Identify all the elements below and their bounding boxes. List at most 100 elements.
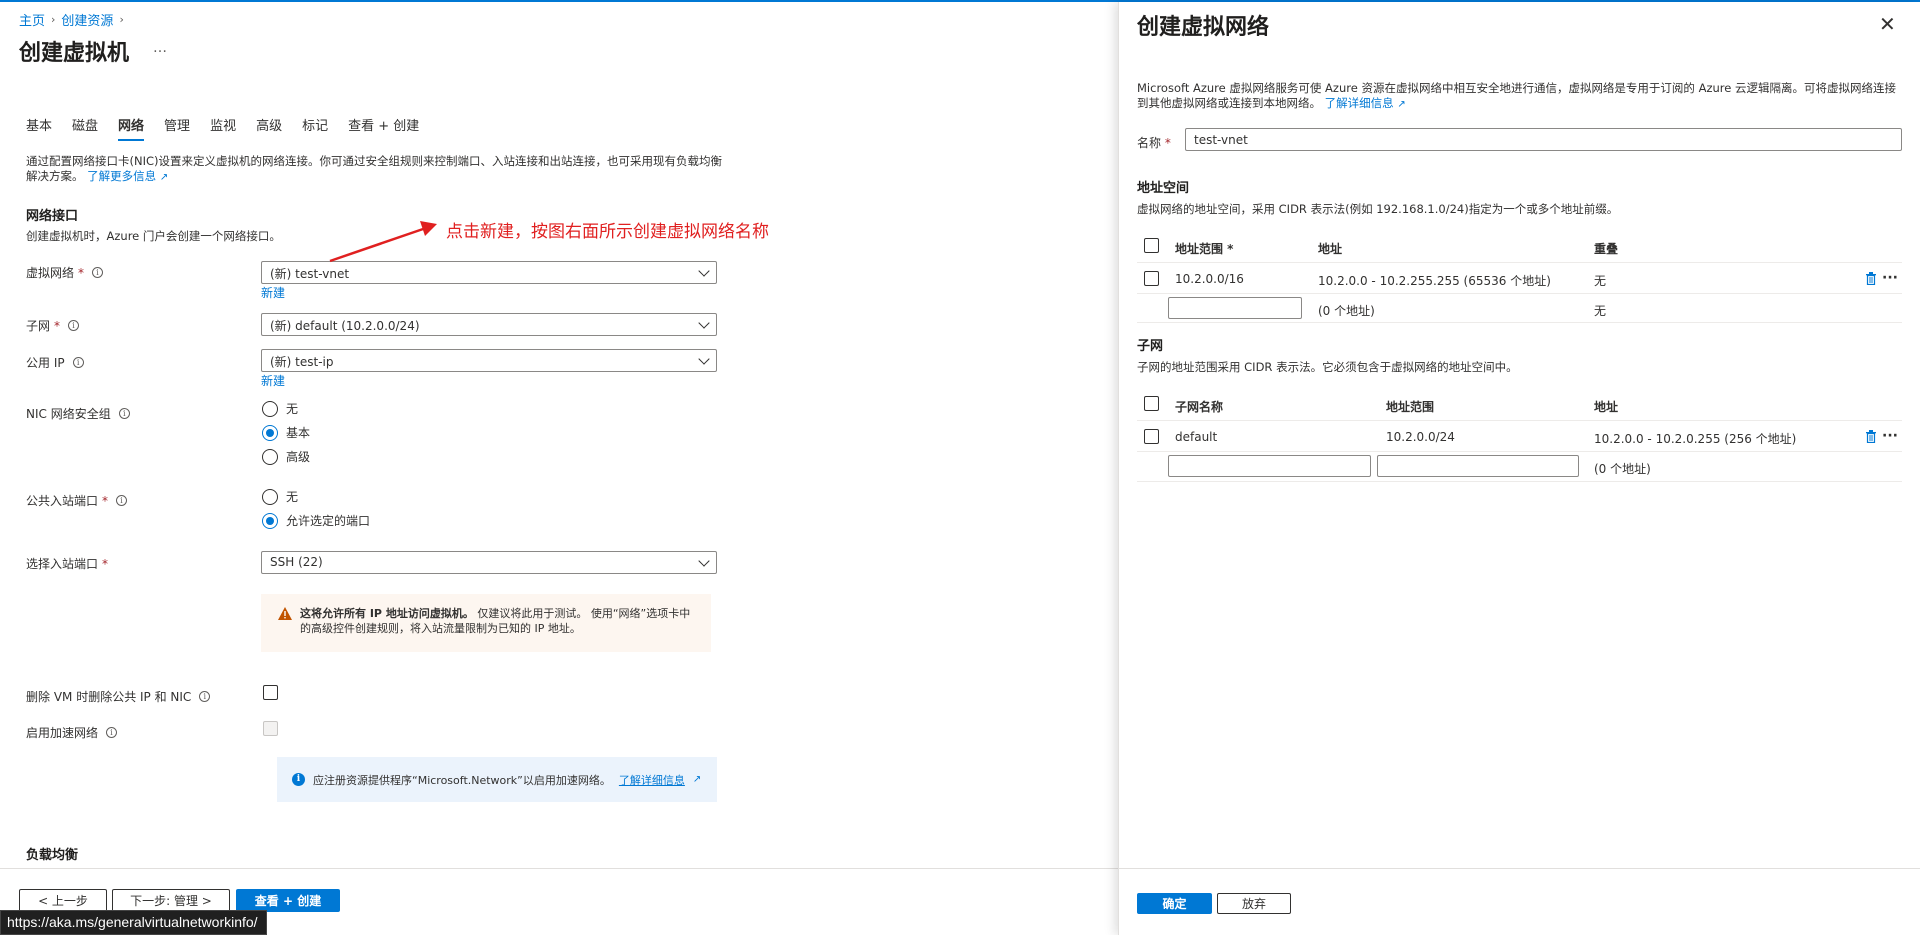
inbound-ports-select-value: SSH (22)	[270, 555, 323, 569]
inbound-ports-label-text: 公共入站端口	[26, 494, 99, 508]
delete-icon[interactable]	[1865, 272, 1877, 285]
info-icon[interactable]: i	[199, 691, 211, 702]
address-space-subtitle: 虚拟网络的地址空间，采用 CIDR 表示法(例如 192.168.1.0/24)…	[1137, 202, 1619, 216]
nsg-option-basic[interactable]: 基本	[262, 424, 310, 441]
subnet-range-cell: 10.2.0.0/24	[1386, 430, 1455, 444]
public-ip-create-new-link[interactable]: 新建	[261, 372, 285, 389]
info-icon[interactable]: i	[118, 408, 130, 419]
radio-button-checked[interactable]	[262, 424, 278, 441]
address-select-all-checkbox[interactable]	[1144, 238, 1159, 253]
load-balancing-heading: 负载均衡	[26, 848, 79, 863]
next-management-button[interactable]: 下一步: 管理 >	[112, 889, 230, 912]
ok-button[interactable]: 确定	[1137, 893, 1212, 914]
discard-button[interactable]: 放弃	[1217, 893, 1291, 914]
address-row-checkbox[interactable]	[1144, 271, 1159, 286]
subnet-label-text: 子网	[26, 319, 51, 333]
public-ip-label-text: 公用 IP	[26, 356, 65, 370]
warning-icon	[278, 607, 292, 620]
tab-management[interactable]: 管理	[164, 115, 190, 141]
select-inbound-ports-label: 选择入站端口 *	[26, 555, 108, 572]
tab-monitoring[interactable]: 监视	[210, 115, 236, 141]
required-marker: *	[78, 265, 85, 280]
inbound-option-none[interactable]: 无	[262, 488, 298, 505]
breadcrumb-home[interactable]: 主页	[19, 10, 45, 29]
learn-more-link[interactable]: 了解更多信息	[87, 169, 156, 183]
radio-button[interactable]	[262, 400, 278, 417]
info-icon[interactable]: i	[92, 267, 104, 278]
vnet-select-value: (新) test-vnet	[270, 267, 350, 281]
delete-with-vm-checkbox[interactable]	[263, 685, 278, 700]
close-icon[interactable]: ✕	[1879, 14, 1896, 34]
tab-basics[interactable]: 基本	[26, 115, 52, 141]
tab-bar: 基本 磁盘 网络 管理 监视 高级 标记 查看 + 创建	[26, 115, 439, 141]
tab-tags[interactable]: 标记	[302, 115, 328, 141]
annotation-arrow-icon	[329, 221, 437, 263]
subnet-name-header: 子网名称	[1175, 400, 1224, 414]
status-bar-url: https://aka.ms/generalvirtualnetworkinfo…	[0, 910, 267, 935]
info-icon[interactable]: i	[116, 495, 128, 506]
row-divider	[1137, 420, 1902, 421]
delete-with-vm-label-text: 删除 VM 时删除公共 IP 和 NIC	[26, 690, 192, 704]
inbound-ports-select[interactable]: SSH (22)	[261, 551, 717, 574]
delete-icon[interactable]	[1865, 430, 1877, 443]
info-icon[interactable]: i	[106, 727, 118, 738]
nsg-option-basic-label: 基本	[286, 426, 311, 440]
accelerated-networking-checkbox	[263, 721, 278, 736]
radio-button[interactable]	[262, 488, 278, 505]
inbound-ports-label: 公共入站端口 * i	[26, 492, 128, 509]
breadcrumb: 主页 › 创建资源 ›	[19, 10, 124, 29]
new-subnet-range-input[interactable]	[1377, 455, 1579, 477]
public-ip-label: 公用 IP i	[26, 354, 84, 371]
required-marker: *	[102, 493, 109, 508]
network-interface-subtitle: 创建虚拟机时，Azure 门户会创建一个网络接口。	[26, 229, 281, 243]
vnet-create-new-link[interactable]: 新建	[261, 284, 285, 301]
vnet-name-label: 名称 *	[1137, 134, 1171, 151]
empty-address-cell: (0 个地址)	[1318, 304, 1375, 318]
required-marker: *	[1164, 136, 1171, 150]
more-options-icon[interactable]: …	[153, 40, 168, 56]
new-subnet-name-input[interactable]	[1168, 455, 1371, 477]
radio-button-checked[interactable]	[262, 512, 278, 529]
vnet-label-text: 虚拟网络	[26, 266, 75, 280]
more-options-icon[interactable]: ···	[1882, 429, 1898, 443]
nsg-option-advanced-label: 高级	[286, 450, 311, 464]
tab-networking[interactable]: 网络	[118, 115, 145, 141]
footer-divider	[0, 868, 1118, 869]
external-link-icon: ↗	[159, 172, 169, 183]
info-icon[interactable]: i	[68, 320, 80, 331]
accelerated-networking-label: 启用加速网络 i	[26, 724, 118, 741]
info-icon[interactable]: i	[72, 357, 84, 368]
accelerated-networking-learn-more-link[interactable]: 了解详细信息	[619, 772, 685, 788]
tab-advanced[interactable]: 高级	[256, 115, 282, 141]
address-range-header: 地址范围 *	[1175, 242, 1234, 256]
subnet-select-all-checkbox[interactable]	[1144, 396, 1159, 411]
inbound-option-none-label: 无	[286, 490, 299, 504]
more-options-icon[interactable]: ···	[1882, 271, 1898, 285]
overlap-cell: 无	[1594, 274, 1607, 288]
breadcrumb-create-resource[interactable]: 创建资源	[61, 10, 113, 29]
nsg-option-advanced[interactable]: 高级	[262, 448, 310, 465]
tab-disks[interactable]: 磁盘	[72, 115, 98, 141]
subnet-select[interactable]: (新) default (10.2.0.0/24)	[261, 313, 717, 336]
warning-text: 这将允许所有 IP 地址访问虚拟机。 仅建议将此用于测试。 使用“网络”选项卡中…	[300, 606, 695, 652]
public-ip-select[interactable]: (新) test-ip	[261, 349, 717, 372]
radio-button[interactable]	[262, 448, 278, 465]
previous-button[interactable]: < 上一步	[19, 889, 107, 912]
vnet-name-label-text: 名称	[1137, 136, 1162, 150]
nsg-option-none[interactable]: 无	[262, 400, 298, 417]
external-link-icon: ↗	[1397, 99, 1406, 110]
accelerated-networking-info-box: i 应注册资源提供程序“Microsoft.Network”以启用加速网络。 了…	[277, 757, 717, 802]
panel-learn-more-link[interactable]: 了解详细信息	[1325, 96, 1394, 110]
address-range-cell: 10.2.0.0/16	[1175, 272, 1244, 286]
subnet-range-header: 地址范围	[1386, 400, 1435, 414]
subnet-row-checkbox[interactable]	[1144, 429, 1159, 444]
tab-review-create[interactable]: 查看 + 创建	[348, 115, 419, 141]
inbound-option-allow-selected[interactable]: 允许选定的端口	[262, 512, 370, 529]
review-create-button[interactable]: 查看 + 创建	[236, 889, 340, 912]
subnet-subtitle: 子网的地址范围采用 CIDR 表示法。它必须包含于虚拟网络的地址空间中。	[1137, 360, 1518, 374]
panel-description: Microsoft Azure 虚拟网络服务可使 Azure 资源在虚拟网络中相…	[1137, 81, 1907, 112]
subnet-address-header: 地址	[1594, 400, 1619, 414]
panel-description-text: Microsoft Azure 虚拟网络服务可使 Azure 资源在虚拟网络中相…	[1137, 81, 1896, 110]
vnet-name-input[interactable]	[1185, 128, 1902, 151]
new-address-range-input[interactable]	[1168, 297, 1302, 319]
